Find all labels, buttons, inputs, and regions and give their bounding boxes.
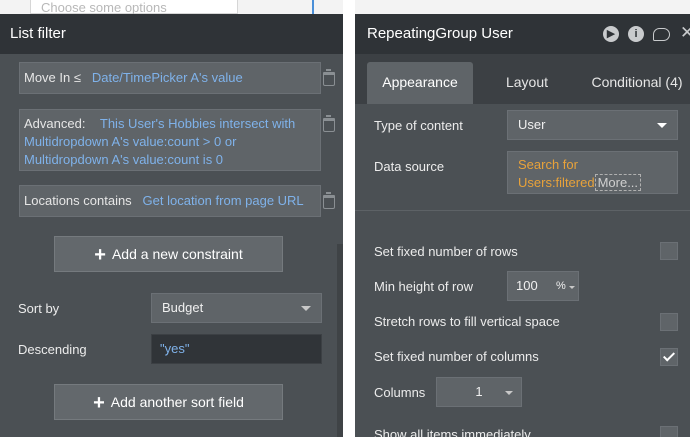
trash-icon[interactable] [323, 69, 335, 86]
chevron-down-icon [569, 286, 575, 289]
sort-by-label: Sort by [18, 301, 60, 316]
tab-conditional[interactable]: Conditional (4) [581, 62, 690, 104]
add-constraint-label: Add a new constraint [111, 246, 243, 262]
more-link[interactable]: More... [594, 174, 642, 191]
constraint-label: Advanced: [24, 116, 86, 131]
descending-input[interactable]: "yes" [151, 334, 322, 364]
trash-icon[interactable] [323, 192, 335, 209]
sort-by-select[interactable]: Budget [151, 293, 322, 323]
show-all-checkbox[interactable] [660, 426, 678, 437]
type-of-content-select[interactable]: User [507, 110, 678, 140]
descending-label: Descending [18, 342, 87, 357]
stretch-rows-label: Stretch rows to fill vertical space [374, 314, 560, 329]
comment-icon[interactable] [653, 28, 670, 41]
tab-bar: Appearance Layout Conditional (4) [355, 54, 690, 104]
min-height-value: 100 [516, 278, 538, 293]
plus-icon: + [93, 392, 105, 414]
constraint-locations[interactable]: Locations contains Get location from pag… [19, 185, 321, 217]
play-icon[interactable]: ▶ [603, 26, 619, 42]
min-height-unit[interactable]: % [556, 272, 566, 300]
panel-gap [343, 0, 355, 437]
section-divider [355, 210, 690, 211]
data-source-value-line2: Users:filtered [518, 175, 595, 190]
chevron-down-icon [301, 306, 311, 311]
min-height-label: Min height of row [374, 279, 473, 294]
scrollbar[interactable] [337, 244, 343, 437]
stretch-rows-checkbox[interactable] [660, 313, 678, 331]
background-selection-line [312, 0, 314, 14]
property-editor-panel: RepeatingGroup User ▶ i ✕ Appearance Lay… [355, 14, 690, 437]
descending-value: "yes" [160, 341, 190, 356]
fixed-columns-label: Set fixed number of columns [374, 349, 539, 364]
tab-layout[interactable]: Layout [483, 62, 571, 104]
constraint-label: Locations contains [24, 193, 132, 208]
add-constraint-button[interactable]: + Add a new constraint [54, 236, 283, 272]
trash-icon[interactable] [323, 115, 335, 132]
add-sort-label: Add another sort field [110, 394, 244, 410]
plus-icon: + [94, 244, 106, 266]
min-height-input[interactable]: 100 % [507, 271, 579, 301]
type-of-content-label: Type of content [374, 118, 463, 133]
element-title: RepeatingGroup User [367, 25, 513, 42]
property-editor-header: RepeatingGroup User ▶ i ✕ [355, 14, 690, 54]
info-icon[interactable]: i [628, 26, 644, 42]
constraint-value[interactable]: Get location from page URL [143, 193, 304, 208]
data-source-expression[interactable]: Search for Users:filtered More... [507, 151, 678, 194]
constraint-advanced[interactable]: Advanced: This User's Hobbies intersect … [19, 109, 321, 171]
background-multidropdown: Choose some options [30, 0, 238, 15]
list-filter-title: List filter [10, 25, 66, 42]
fixed-rows-label: Set fixed number of rows [374, 244, 518, 259]
sort-by-value: Budget [162, 300, 204, 315]
close-icon[interactable]: ✕ [680, 23, 690, 43]
constraint-move-in[interactable]: Move In ≤ Date/TimePicker A's value [19, 62, 321, 94]
chevron-down-icon [505, 391, 513, 395]
data-source-value-line1: Search for [518, 157, 578, 172]
list-filter-header: List filter [0, 14, 343, 54]
tab-label: Conditional (4) [591, 74, 683, 90]
checkmark-icon [662, 349, 676, 362]
constraint-label: Move In ≤ [24, 70, 81, 85]
columns-select[interactable]: 1 [436, 377, 522, 407]
list-filter-panel: List filter Move In ≤ Date/TimePicker A'… [0, 14, 343, 437]
tab-appearance[interactable]: Appearance [367, 62, 473, 104]
fixed-rows-checkbox[interactable] [660, 242, 678, 260]
add-sort-field-button[interactable]: + Add another sort field [54, 384, 283, 420]
data-source-label: Data source [374, 159, 445, 174]
fixed-columns-checkbox[interactable] [660, 348, 678, 366]
tab-label: Appearance [382, 74, 458, 90]
tab-label: Layout [505, 74, 549, 90]
columns-value: 1 [475, 384, 483, 399]
chevron-down-icon [657, 123, 667, 128]
constraint-value[interactable]: Date/TimePicker A's value [92, 70, 243, 85]
show-all-label: Show all items immediately [374, 427, 531, 437]
columns-label: Columns [374, 385, 426, 400]
type-of-content-value: User [518, 117, 546, 132]
